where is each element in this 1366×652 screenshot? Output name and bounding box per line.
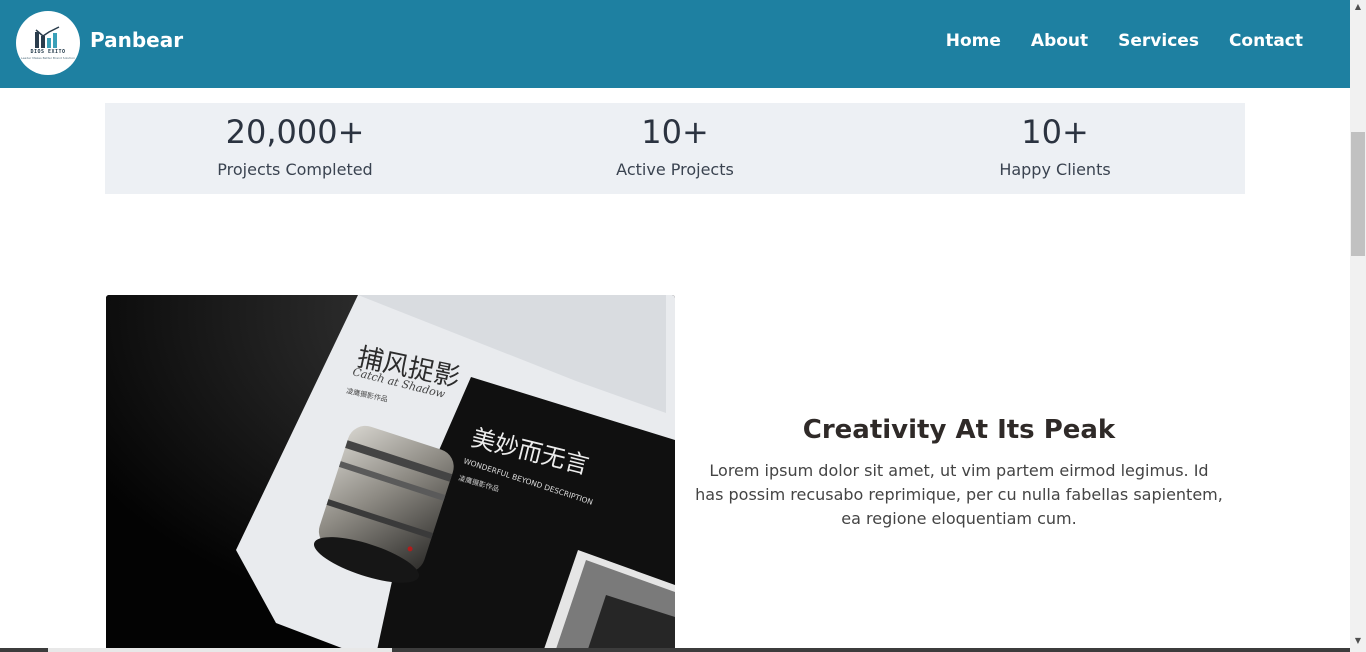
logo-chart-icon bbox=[35, 26, 60, 48]
stats-band: 20,000+ Projects Completed 10+ Active Pr… bbox=[105, 103, 1245, 194]
feature-body: Lorem ipsum dolor sit amet, ut vim parte… bbox=[695, 461, 1223, 528]
stat-active-projects: 10+ Active Projects bbox=[485, 103, 865, 194]
logo-text: DIOS EXITO bbox=[30, 49, 66, 55]
nav-about[interactable]: About bbox=[1031, 31, 1088, 51]
navbar: DIOS EXITO Leader Makes Better Brand Sol… bbox=[0, 0, 1350, 88]
nav-contact[interactable]: Contact bbox=[1229, 31, 1303, 51]
scrollbar-thumb[interactable] bbox=[48, 648, 392, 652]
horizontal-scrollbar[interactable] bbox=[0, 648, 1350, 652]
nav-home[interactable]: Home bbox=[946, 31, 1001, 51]
chevron-up-icon[interactable]: ▲ bbox=[1350, 0, 1366, 14]
stat-label: Active Projects bbox=[616, 160, 734, 179]
page: DIOS EXITO Leader Makes Better Brand Sol… bbox=[0, 0, 1366, 652]
feature-text: Creativity At Its Peak Lorem ipsum dolor… bbox=[693, 413, 1225, 531]
stat-label: Projects Completed bbox=[217, 160, 373, 179]
stat-label: Happy Clients bbox=[999, 160, 1111, 179]
logo[interactable]: DIOS EXITO Leader Makes Better Brand Sol… bbox=[16, 11, 80, 75]
logo-tagline: Leader Makes Better Brand Solution bbox=[20, 56, 76, 60]
nav-services[interactable]: Services bbox=[1118, 31, 1199, 51]
brand-name[interactable]: Panbear bbox=[90, 28, 183, 52]
chevron-down-icon[interactable]: ▼ bbox=[1350, 634, 1366, 648]
scrollbar-thumb[interactable] bbox=[1351, 132, 1365, 256]
main-nav: Home About Services Contact bbox=[946, 31, 1303, 51]
stat-happy-clients: 10+ Happy Clients bbox=[865, 103, 1245, 194]
vertical-scrollbar[interactable]: ▲ ▼ bbox=[1350, 0, 1366, 652]
stat-value: 10+ bbox=[641, 113, 709, 151]
feature-photo: 捕风捉影 Catch at Shadow 凌鹰摄影作品 美妙而无言 WONDER… bbox=[106, 295, 675, 652]
feature-title: Creativity At Its Peak bbox=[802, 415, 1116, 445]
stat-projects-completed: 20,000+ Projects Completed bbox=[105, 103, 485, 194]
stat-value: 10+ bbox=[1021, 113, 1089, 151]
stat-value: 20,000+ bbox=[225, 113, 365, 151]
